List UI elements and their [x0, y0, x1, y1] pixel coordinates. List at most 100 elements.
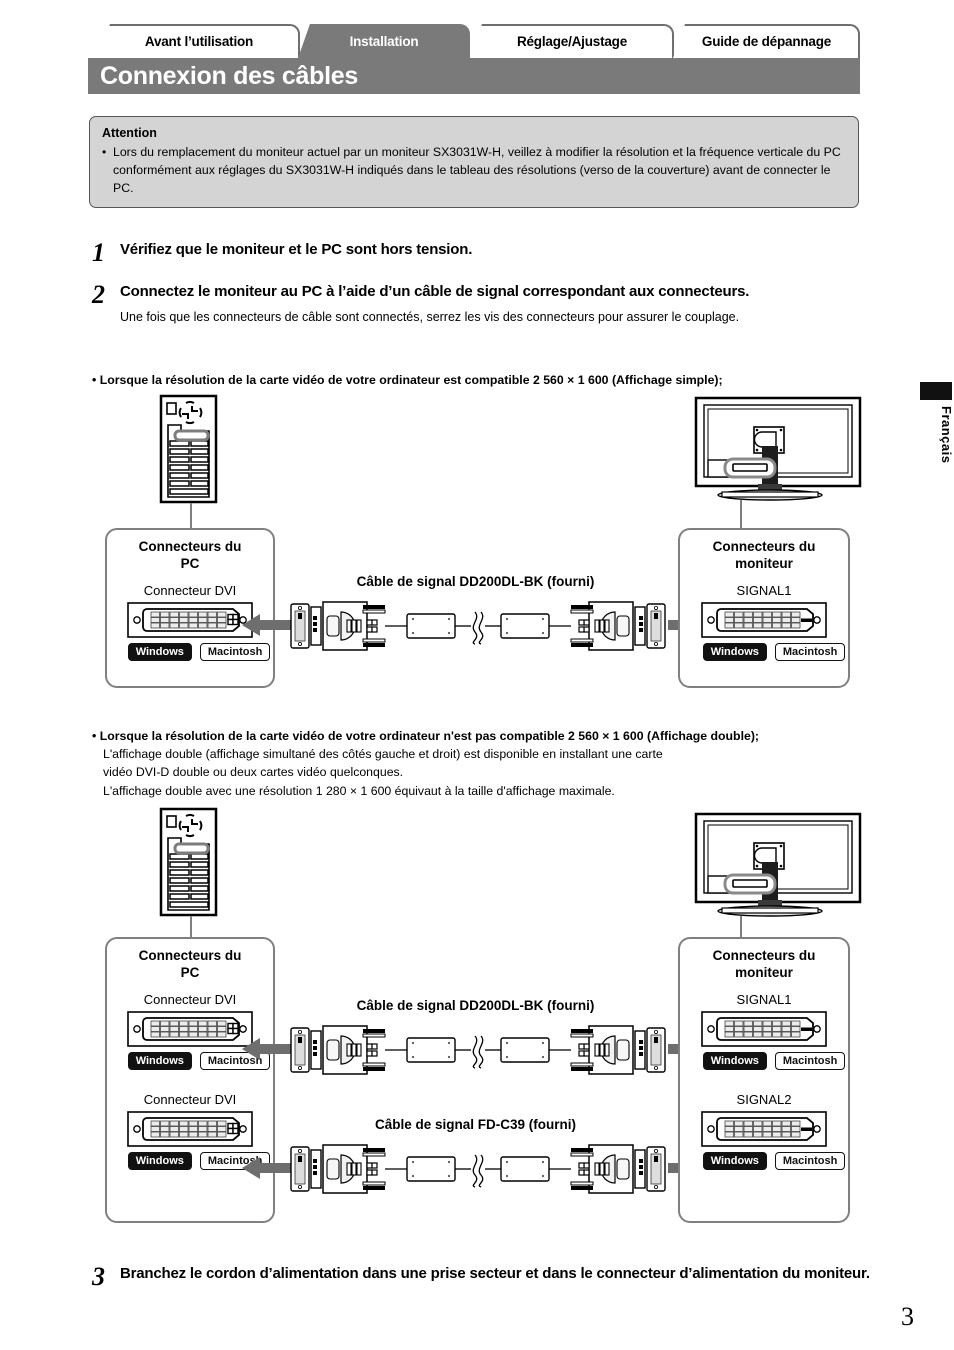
- arrow-right-icon-monitor: [668, 614, 718, 636]
- page-title: Connexion des câbles: [100, 61, 358, 90]
- cable-label-dd200dl: Câble de signal DD200DL-BK (fourni): [356, 998, 595, 1013]
- panel-title-line1: Connecteurs du: [138, 948, 242, 963]
- side-tab-label: Français: [939, 406, 954, 464]
- tab-label: Installation: [349, 33, 419, 49]
- arrow-right-icon-monitor-2: [668, 1157, 718, 1179]
- monitor-connectors-panel: Connecteurs du moniteur SIGNAL1 Windows …: [678, 528, 850, 688]
- step-heading: Vérifiez que le moniteur et le PC sont h…: [120, 241, 473, 258]
- attention-box: Attention • Lors du remplacement du moni…: [89, 116, 859, 209]
- page-number: 3: [901, 1302, 914, 1331]
- dvi-d-connector-icon: [701, 601, 827, 638]
- bullet-icon: •: [92, 373, 97, 387]
- pc-connectors-panel: Connecteurs du PC Connecteur DVI Windows…: [105, 528, 275, 688]
- pc-dvi-connector-row: [107, 601, 273, 638]
- note-text: Lorsque la résolution de la carte vidéo …: [99, 373, 723, 387]
- macintosh-badge: Macintosh: [774, 1051, 846, 1070]
- os-badges-1: Windows Macintosh: [680, 1051, 848, 1070]
- panel-title-line2: moniteur: [735, 964, 793, 980]
- leader-line-monitor: [740, 500, 742, 530]
- side-tab-marker: [920, 382, 952, 400]
- windows-badge: Windows: [127, 1051, 192, 1070]
- monitor-connectors-panel: Connecteurs du moniteur SIGNAL1 Windows …: [678, 937, 850, 1223]
- language-side-tab: Français: [918, 382, 954, 463]
- arrow-right-icon-monitor-1: [668, 1038, 718, 1060]
- pc-connectors-panel: Connecteurs du PC Connecteur DVI Windows…: [105, 937, 275, 1223]
- os-badges-2: Windows Macintosh: [107, 1151, 273, 1170]
- note-line-3: vidéo DVI-D double ou deux cartes vidéo …: [103, 765, 404, 780]
- tab-guide-depannage[interactable]: Guide de dépannage: [663, 24, 860, 58]
- monitor-rear-illustration: [694, 812, 862, 917]
- cable-label-dd200dl: Câble de signal DD200DL-BK (fourni): [356, 574, 595, 589]
- arrow-left-icon-pc: [242, 614, 292, 636]
- monitor-connector-label: SIGNAL1: [736, 582, 792, 598]
- panel-title-line1: Connecteurs du: [712, 539, 816, 554]
- macintosh-badge: Macintosh: [774, 1151, 846, 1170]
- tab-label: Guide de dépannage: [701, 33, 832, 49]
- monitor-dvi-connector-row-1: [680, 1010, 848, 1047]
- step-heading: Branchez le cordon d’alimentation dans u…: [120, 1265, 870, 1282]
- attention-title: Attention: [102, 126, 157, 140]
- os-badges: Windows Macintosh: [680, 642, 848, 661]
- note-line-4: L'affichage double avec une résolution 1…: [103, 783, 615, 798]
- panel-title: Connecteurs du PC: [107, 530, 273, 573]
- panel-title-line1: Connecteurs du: [712, 948, 816, 963]
- pc-connector-label: Connecteur DVI: [143, 582, 237, 598]
- monitor-rear-illustration: [694, 396, 862, 501]
- panel-title: Connecteurs du PC: [107, 939, 273, 982]
- pc-dvi-connector-row-1: [107, 1010, 273, 1047]
- pc-tower-illustration: [159, 394, 218, 504]
- panel-title-line2: PC: [180, 555, 200, 571]
- pc-tower-illustration: [159, 807, 218, 917]
- panel-title: Connecteurs du moniteur: [680, 939, 848, 982]
- panel-title-line2: PC: [180, 964, 200, 980]
- tab-reglage-ajustage[interactable]: Réglage/Ajustage: [460, 24, 674, 58]
- dvi-i-connector-icon: [127, 1010, 253, 1047]
- step-2: 2 Connectez le moniteur au PC à l’aide d…: [92, 280, 862, 326]
- monitor-connector-label-2: SIGNAL2: [736, 1091, 792, 1107]
- macintosh-badge: Macintosh: [199, 642, 271, 661]
- leader-line-pc: [190, 503, 192, 530]
- macintosh-badge: Macintosh: [199, 1051, 271, 1070]
- step-number: 1: [92, 238, 105, 267]
- page-title-banner: Connexion des câbles: [88, 58, 860, 94]
- cable-label-fdc39: Câble de signal FD-C39 (fourni): [374, 1117, 577, 1132]
- signal-cable-illustration: [290, 601, 666, 651]
- note-text: Lorsque la résolution de la carte vidéo …: [99, 729, 760, 743]
- panel-title: Connecteurs du moniteur: [680, 530, 848, 573]
- macintosh-badge: Macintosh: [199, 1151, 271, 1170]
- note-single-display: • Lorsque la résolution de la carte vidé…: [92, 371, 882, 389]
- step-number: 3: [92, 1262, 105, 1291]
- dvi-d-connector-icon: [701, 1010, 827, 1047]
- leader-line-monitor: [740, 916, 742, 939]
- dvi-i-connector-icon: [127, 1110, 253, 1147]
- leader-line-pc: [190, 916, 192, 939]
- os-badges-1: Windows Macintosh: [107, 1051, 273, 1070]
- windows-badge: Windows: [127, 642, 192, 661]
- pc-connector-label-2: Connecteur DVI: [143, 1091, 237, 1107]
- bullet-icon: •: [92, 729, 97, 743]
- tab-installation[interactable]: Installation: [288, 24, 470, 58]
- pc-dvi-connector-row-2: [107, 1110, 273, 1147]
- step-heading: Connectez le moniteur au PC à l’aide d’u…: [120, 283, 750, 300]
- note-dual-display: • Lorsque la résolution de la carte vidé…: [92, 727, 892, 800]
- windows-badge: Windows: [702, 642, 767, 661]
- tab-label: Réglage/Ajustage: [516, 33, 628, 49]
- monitor-dvi-connector-row-2: [680, 1110, 848, 1147]
- dvi-d-connector-icon: [701, 1110, 827, 1147]
- monitor-connector-label-1: SIGNAL1: [736, 991, 792, 1007]
- bullet-icon: •: [102, 145, 107, 159]
- windows-badge: Windows: [127, 1151, 192, 1170]
- arrow-left-icon-pc-2: [242, 1157, 292, 1179]
- signal-cable-illustration-2: [290, 1144, 666, 1194]
- macintosh-badge: Macintosh: [774, 642, 846, 661]
- attention-item: • Lors du remplacement du moniteur actue…: [102, 144, 846, 197]
- dvi-i-connector-icon: [127, 601, 253, 638]
- os-badges: Windows Macintosh: [107, 642, 273, 661]
- step-subtext: Une fois que les connecteurs de câble so…: [120, 310, 740, 325]
- tab-navigation: Avant l’utilisation Installation Réglage…: [88, 24, 860, 58]
- tab-avant-utilisation[interactable]: Avant l’utilisation: [88, 24, 300, 58]
- panel-title-line2: moniteur: [735, 555, 793, 571]
- monitor-dvi-connector-row: [680, 601, 848, 638]
- step-number: 2: [92, 280, 105, 309]
- os-badges-2: Windows Macintosh: [680, 1151, 848, 1170]
